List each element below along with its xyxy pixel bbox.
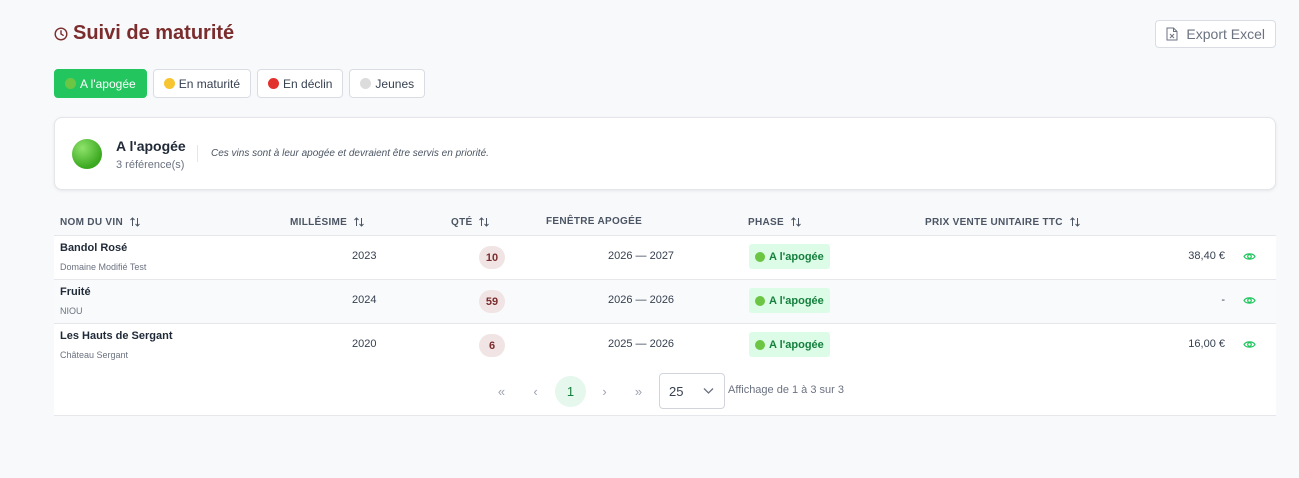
- sort-icon: [130, 217, 140, 227]
- sort-icon: [1069, 217, 1080, 227]
- title-wrap: Suivi de maturité: [54, 22, 234, 45]
- export-excel-button[interactable]: Export Excel: [1155, 20, 1276, 48]
- tab-label: En maturité: [178, 76, 241, 91]
- header-price[interactable]: PRIX VENTE UNITAIRE TTC: [925, 216, 1081, 228]
- status-dot-icon: [755, 339, 765, 350]
- phase-label: A l'apogée: [769, 294, 824, 307]
- pagination-info: Affichage de 1 à 3 sur 3: [728, 384, 844, 396]
- page-header: Suivi de maturité Export Excel: [54, 20, 1276, 48]
- sort-icon: [791, 217, 801, 227]
- header-window: FENÊTRE APOGÉE: [546, 216, 642, 227]
- reference-count: 3 référence(s): [116, 159, 185, 171]
- header-window-label: FENÊTRE APOGÉE: [546, 216, 643, 227]
- next-page-button[interactable]: ›: [589, 376, 620, 407]
- chevron-down-icon: [703, 388, 714, 394]
- vintage: 2024: [352, 294, 377, 306]
- eye-icon[interactable]: [1243, 250, 1256, 263]
- status-dot-icon: [755, 251, 765, 262]
- phase-info-card: A l'apogée 3 référence(s) Ces vins sont …: [54, 117, 1276, 190]
- quantity-badge: 10: [479, 246, 505, 269]
- divider: [197, 145, 198, 162]
- header-qty-label: QTÉ: [451, 216, 473, 228]
- unit-price: 16,00 €: [1188, 338, 1225, 350]
- producer-name: NIOU: [60, 306, 83, 316]
- excel-file-icon: [1166, 27, 1178, 41]
- tab-0[interactable]: A l'apogée: [54, 69, 147, 98]
- page-title: Suivi de maturité: [73, 22, 235, 44]
- unit-price: 38,40 €: [1188, 250, 1225, 262]
- table-body: Bandol Rosé Domaine Modifié Test 2023 10 202…: [54, 236, 1276, 368]
- sort-icon: [479, 217, 490, 227]
- wine-table: NOM DU VIN MILLÉSIME QTÉ FENÊTRE APOGÉE …: [54, 207, 1276, 368]
- header-name[interactable]: NOM DU VIN: [60, 216, 141, 228]
- card-description: Ces vins sont à leur apogée et devraient…: [211, 148, 489, 159]
- vintage: 2020: [352, 338, 377, 350]
- clock-icon: [54, 26, 68, 41]
- eye-icon[interactable]: [1243, 338, 1256, 351]
- tab-label: En déclin: [283, 76, 333, 91]
- quantity-badge: 59: [479, 290, 505, 313]
- unit-price: -: [1221, 294, 1225, 306]
- status-dot-icon: [360, 78, 372, 89]
- maturity-tabs: A l'apogée En maturité En déclin Jeunes: [54, 69, 426, 98]
- vintage: 2023: [352, 250, 377, 262]
- status-dot-icon: [268, 78, 280, 89]
- wine-name: Les Hauts de Sergant: [60, 330, 173, 342]
- tab-1[interactable]: En maturité: [152, 69, 252, 98]
- header-phase-label: PHASE: [748, 216, 784, 228]
- table-row: Les Hauts de Sergant Château Sergant 2020 6…: [54, 324, 1276, 368]
- apogee-window: 2026 — 2026: [608, 294, 675, 306]
- tab-label: A l'apogée: [80, 76, 136, 91]
- apogee-window: 2026 — 2027: [608, 250, 675, 262]
- tab-2[interactable]: En déclin: [257, 69, 344, 98]
- tab-label: Jeunes: [375, 76, 415, 91]
- eye-icon[interactable]: [1243, 294, 1256, 307]
- table-header: NOM DU VIN MILLÉSIME QTÉ FENÊTRE APOGÉE …: [54, 207, 1276, 236]
- header-qty[interactable]: QTÉ: [451, 216, 490, 228]
- first-page-button[interactable]: «: [486, 376, 517, 407]
- status-dot-icon: [65, 78, 76, 89]
- status-dot-icon: [163, 78, 175, 89]
- tab-3[interactable]: Jeunes: [349, 69, 426, 98]
- prev-page-button[interactable]: ‹: [520, 376, 551, 407]
- export-excel-label: Export Excel: [1186, 26, 1265, 42]
- header-name-label: NOM DU VIN: [60, 216, 123, 228]
- phase-badge: A l'apogée: [749, 244, 830, 269]
- last-page-button[interactable]: »: [623, 376, 654, 407]
- producer-name: Château Sergant: [60, 350, 129, 360]
- wine-name: Bandol Rosé: [60, 242, 128, 254]
- quantity-badge: 6: [479, 334, 505, 357]
- rows-per-page-value: 25: [669, 384, 684, 399]
- header-phase[interactable]: PHASE: [748, 216, 802, 228]
- page-1-button[interactable]: 1: [555, 376, 586, 407]
- pagination: « ‹ 1 › » 25 Affichage de 1 à 3 sur 3: [54, 367, 1276, 416]
- status-dot-icon: [755, 295, 765, 306]
- wine-name: Fruité: [60, 286, 91, 298]
- phase-label: A l'apogée: [769, 250, 824, 263]
- apogee-window: 2025 — 2026: [608, 338, 675, 350]
- phase-label: A l'apogée: [769, 338, 824, 351]
- phase-badge: A l'apogée: [749, 288, 830, 313]
- sort-icon: [354, 217, 365, 227]
- phase-badge: A l'apogée: [749, 332, 830, 357]
- card-title: A l'apogée: [116, 138, 186, 154]
- green-circle-icon: [72, 139, 102, 169]
- header-vintage[interactable]: MILLÉSIME: [290, 216, 365, 228]
- header-vintage-label: MILLÉSIME: [290, 216, 348, 228]
- table-row: Bandol Rosé Domaine Modifié Test 2023 10 202…: [54, 236, 1276, 280]
- rows-per-page-select[interactable]: 25: [659, 373, 725, 409]
- producer-name: Domaine Modifié Test: [60, 262, 147, 272]
- header-price-label: PRIX VENTE UNITAIRE TTC: [925, 216, 1063, 228]
- table-row: Fruité NIOU 2024 59 2026 — 2026 A l'apogée -: [54, 280, 1276, 324]
